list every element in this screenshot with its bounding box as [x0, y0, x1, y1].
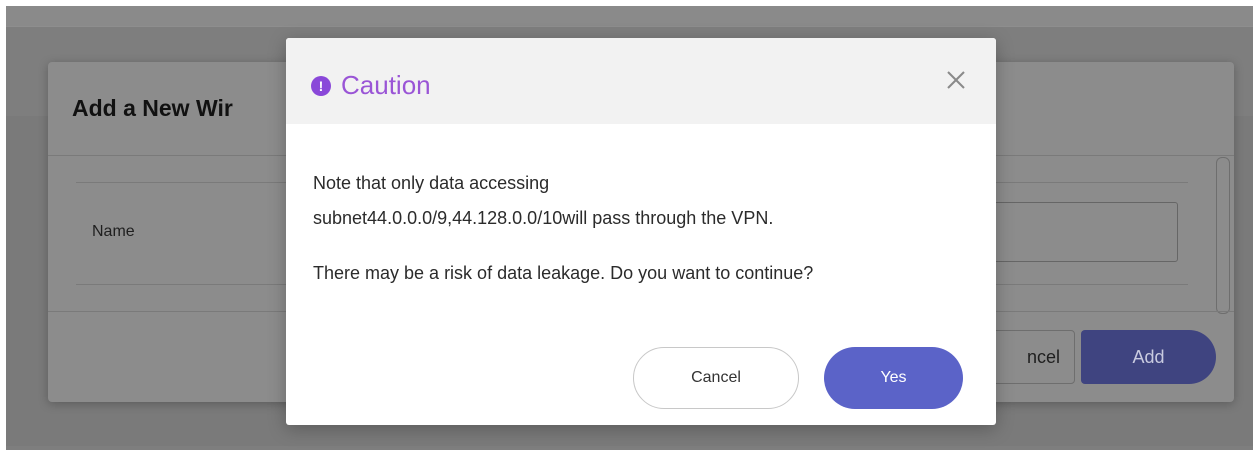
caution-message-line3: There may be a risk of data leakage. Do … [313, 263, 814, 283]
add-dialog-title: Add a New Wir [72, 95, 233, 121]
caution-message: Note that only data accessing subnet44.0… [313, 166, 983, 291]
add-dialog-add-button[interactable]: Add [1081, 330, 1216, 384]
caution-title: Caution [341, 70, 431, 100]
caution-message-line1: Note that only data accessing [313, 173, 550, 193]
name-input[interactable] [978, 202, 1178, 262]
name-label: Name [92, 223, 135, 240]
caution-dialog: ! Caution Note that only data accessing … [286, 38, 996, 425]
exclamation-circle-icon: ! [311, 75, 331, 96]
add-dialog-scrollbar[interactable] [1216, 157, 1230, 314]
close-icon[interactable] [942, 66, 970, 94]
caution-message-line2: subnet44.0.0.0/9,44.128.0.0/10will pass … [313, 208, 774, 228]
yes-button[interactable]: Yes [824, 347, 963, 409]
caution-dialog-header: ! Caution [286, 38, 996, 124]
caution-title-group: ! Caution [311, 70, 431, 101]
cancel-button[interactable]: Cancel [633, 347, 799, 409]
backdrop-topbar [6, 6, 1253, 27]
